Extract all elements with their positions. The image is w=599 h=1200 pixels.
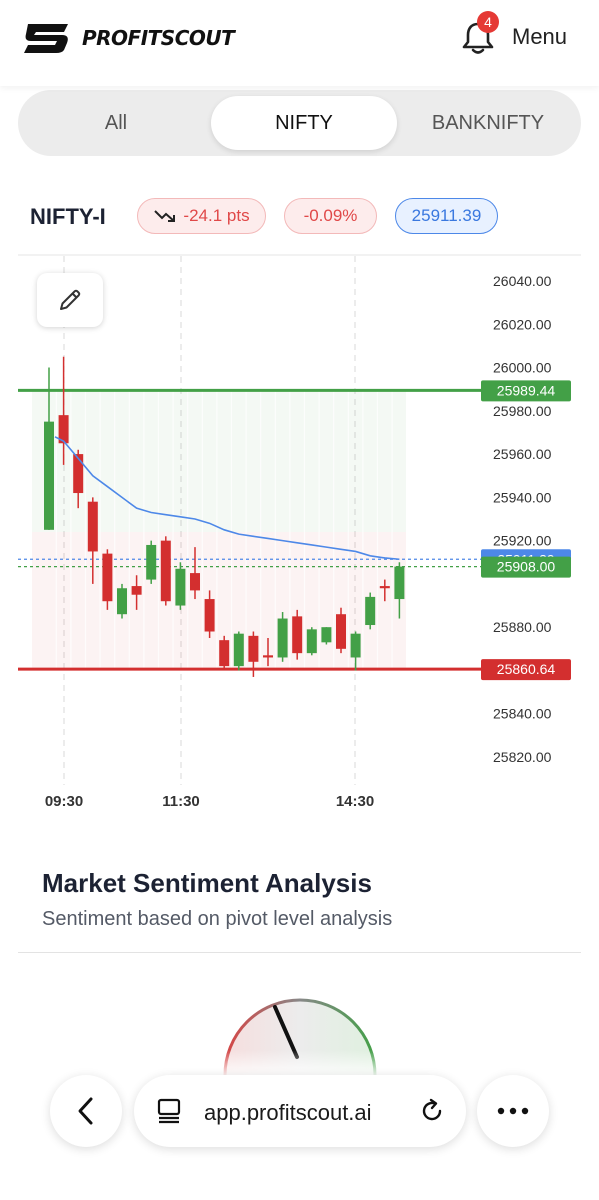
level-tag-label: 25989.44	[497, 382, 556, 398]
level-tag-label: 25860.64	[497, 661, 556, 677]
symbol-summary: NIFTY-I -24.1 pts -0.09% 25911.39	[0, 198, 599, 238]
support-zone	[32, 531, 406, 670]
menu-button[interactable]: Menu	[512, 24, 567, 50]
change-percent: -0.09%	[303, 206, 358, 225]
candle-body	[365, 596, 376, 626]
y-tick-label: 25880.00	[493, 619, 552, 635]
candle-body	[175, 568, 186, 606]
symbol-name: NIFTY-I	[30, 204, 106, 229]
candle-body	[204, 599, 215, 632]
logo-icon	[24, 24, 68, 53]
y-axis: 26040.00 26020.00 26000.00 25980.00 25960.00…	[481, 273, 571, 765]
last-price-pill: 25911.39	[395, 198, 498, 234]
candle-body	[146, 544, 157, 580]
brand-logo[interactable]: PROFITSCOUT	[22, 20, 235, 56]
section-divider	[18, 952, 581, 953]
tab-banknifty[interactable]: BANKNIFTY	[400, 96, 576, 150]
candle-body	[336, 614, 346, 649]
candle-body	[190, 573, 200, 591]
candle-body	[44, 421, 54, 530]
tab-all[interactable]: All	[24, 96, 208, 150]
app-header: PROFITSCOUT 4 Menu	[0, 0, 599, 86]
sentiment-title: Market Sentiment Analysis	[42, 868, 372, 898]
candle-body	[233, 633, 244, 667]
x-tick-label: 14:30	[336, 793, 374, 810]
change-points-pill: -24.1 pts	[137, 198, 266, 234]
candle-body	[87, 501, 98, 552]
y-tick-label: 26020.00	[493, 316, 552, 332]
candle-body	[379, 586, 390, 589]
notification-badge: 4	[477, 11, 499, 33]
pencil-icon	[60, 289, 81, 310]
chevron-left-icon	[78, 1097, 93, 1125]
y-tick-label: 25920.00	[493, 533, 552, 549]
candle-body	[131, 586, 142, 595]
last-price: 25911.39	[411, 206, 482, 225]
y-tick-label: 25820.00	[493, 749, 552, 765]
brand-name: PROFITSCOUT	[82, 26, 235, 50]
candle-body	[73, 454, 84, 494]
candle-body	[102, 553, 113, 602]
candle-body	[321, 627, 332, 643]
candle-body	[350, 633, 361, 658]
level-tag: 25989.44	[481, 380, 571, 402]
x-tick-label: 09:30	[45, 793, 83, 810]
trend-down-icon	[154, 210, 176, 222]
address-bar[interactable]: app.profitscout.ai	[134, 1075, 466, 1147]
candle-body	[277, 618, 288, 658]
candle-body	[117, 588, 127, 615]
tab-overview-icon	[157, 1098, 181, 1124]
tab-nifty[interactable]: NIFTY	[211, 96, 397, 150]
change-percent-pill: -0.09%	[284, 198, 377, 234]
candle-body	[306, 629, 317, 654]
more-horizontal-icon	[497, 1107, 529, 1115]
x-axis: 09:30 11:30 14:30	[45, 793, 374, 810]
price-chart[interactable]: 26040.00 26020.00 26000.00 25980.00 25960.00…	[0, 240, 599, 830]
y-tick-label: 25980.00	[493, 403, 552, 419]
candle-body	[219, 640, 230, 667]
change-points: -24.1 pts	[183, 206, 250, 225]
y-tick-label: 25940.00	[493, 489, 552, 505]
candle-body	[160, 540, 171, 602]
url-text: app.profitscout.ai	[204, 1100, 372, 1125]
candle-body	[248, 635, 259, 662]
y-tick-label: 26000.00	[493, 360, 552, 376]
draw-tool-button[interactable]	[37, 273, 103, 327]
level-tag: 25860.64	[481, 659, 571, 681]
back-button[interactable]	[50, 1075, 122, 1147]
sentiment-subtitle: Sentiment based on pivot level analysis	[42, 908, 393, 930]
level-tag-label: 25908.00	[497, 559, 556, 575]
candle-body	[394, 566, 405, 600]
more-button[interactable]	[477, 1075, 549, 1147]
y-tick-label: 25840.00	[493, 706, 552, 722]
reload-icon[interactable]	[418, 1097, 446, 1125]
candle-body	[292, 616, 303, 654]
y-tick-label: 26040.00	[493, 273, 552, 289]
candle-body	[263, 655, 273, 658]
y-tick-label: 25960.00	[493, 446, 552, 462]
index-tabs: All NIFTY BANKNIFTY	[18, 90, 581, 156]
level-tag: 25908.00	[481, 556, 571, 578]
x-tick-label: 11:30	[162, 793, 200, 810]
